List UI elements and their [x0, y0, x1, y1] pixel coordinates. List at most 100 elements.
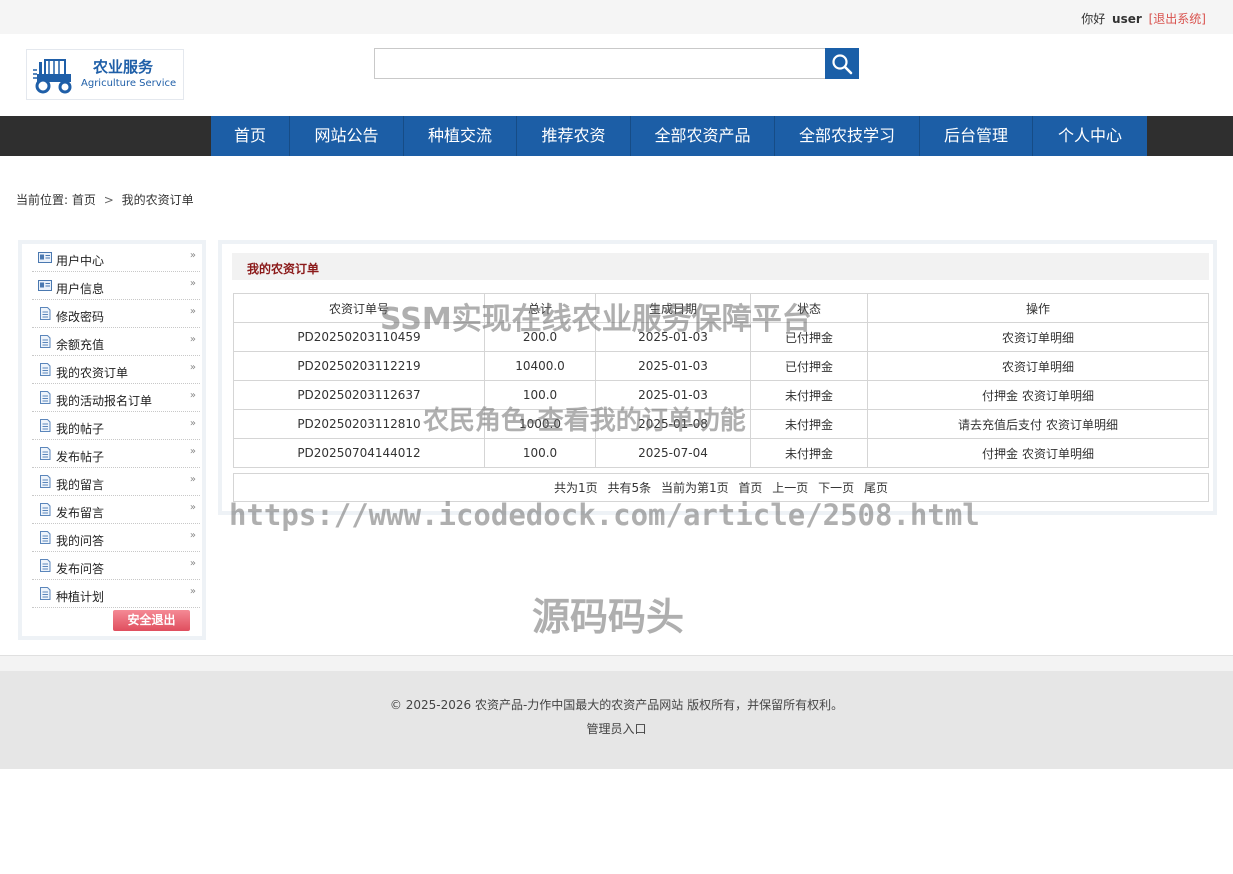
cell-total: 200.0: [484, 322, 596, 352]
cell-order-no: PD20250203110459: [233, 322, 485, 352]
pager-next-link[interactable]: 下一页: [818, 481, 854, 495]
double-chevron-icon: »: [189, 306, 196, 317]
breadcrumb-current: 我的农资订单: [121, 193, 194, 207]
double-chevron-icon: »: [189, 558, 196, 569]
double-chevron-icon: »: [189, 530, 196, 541]
column-header-status: 状态: [750, 293, 868, 323]
sidebar-item-label: 用户信息: [56, 282, 105, 296]
username: user: [1112, 12, 1142, 26]
order-detail-link[interactable]: 农资订单明细: [1046, 418, 1118, 432]
pager-total-items: 共有5条: [607, 481, 652, 495]
cell-status: 已付押金: [750, 351, 868, 381]
search-icon: [832, 53, 853, 74]
nav-item-home[interactable]: 首页: [211, 116, 290, 156]
site-logo[interactable]: 农业服务 Agriculture Service: [26, 49, 184, 100]
cell-actions: 农资订单明细: [867, 322, 1209, 352]
document-icon: [38, 587, 52, 600]
cell-order-no: PD20250203112637: [233, 380, 485, 410]
column-header-total: 总计: [484, 293, 596, 323]
document-icon: [38, 447, 52, 460]
cell-actions: 付押金 农资订单明细: [867, 438, 1209, 468]
double-chevron-icon: »: [189, 390, 196, 401]
pay-deposit-link[interactable]: 付押金: [982, 447, 1018, 461]
search-button[interactable]: [825, 48, 859, 79]
cell-total: 100.0: [484, 438, 596, 468]
sidebar-item-my-questions[interactable]: 我的问答 »: [32, 524, 200, 552]
safe-exit-button[interactable]: 安全退出: [113, 610, 190, 631]
double-chevron-icon: »: [189, 446, 196, 457]
pagination: 共为1页 共有5条 当前为第1页 首页 上一页 下一页 尾页: [233, 473, 1209, 502]
pager-first-link[interactable]: 首页: [738, 481, 762, 495]
admin-entry-link[interactable]: 管理员入口: [0, 720, 1233, 737]
sidebar-item-my-activity-orders[interactable]: 我的活动报名订单 »: [32, 384, 200, 412]
document-icon: [38, 419, 52, 432]
logo-title-cn: 农业服务: [93, 58, 154, 76]
panel-title-bar: 我的农资订单: [232, 253, 1209, 280]
cell-status: 未付押金: [750, 380, 868, 410]
nav-item-announcements[interactable]: 网站公告: [290, 116, 404, 156]
nav-item-recommended[interactable]: 推荐农资: [517, 116, 631, 156]
document-icon: [38, 475, 52, 488]
order-detail-link[interactable]: 农资订单明细: [1002, 360, 1074, 374]
cell-order-no: PD20250704144012: [233, 438, 485, 468]
orders-panel: 我的农资订单 农资订单号 总计 生成日期 状态 操作 PD20250203110…: [218, 240, 1217, 515]
table-row: PD20250203112637 100.0 2025-01-03 未付押金 付押金 农资…: [233, 380, 1209, 410]
sidebar-item-balance-recharge[interactable]: 余额充值 »: [32, 328, 200, 356]
document-icon: [38, 391, 52, 404]
sidebar-item-user-info[interactable]: 用户信息 »: [32, 272, 200, 300]
sidebar-item-my-supply-orders[interactable]: 我的农资订单 »: [32, 356, 200, 384]
sidebar-item-change-password[interactable]: 修改密码 »: [32, 300, 200, 328]
column-header-date: 生成日期: [595, 293, 751, 323]
order-detail-link[interactable]: 农资订单明细: [1022, 447, 1094, 461]
cell-date: 2025-01-03: [595, 351, 751, 381]
table-row: PD20250203112810 1000.0 2025-01-08 未付押金 请去充值…: [233, 409, 1209, 439]
sidebar-item-my-posts[interactable]: 我的帖子 »: [32, 412, 200, 440]
id-card-icon: [38, 279, 52, 292]
sidebar-item-label: 发布问答: [56, 562, 105, 576]
nav-item-personal-center[interactable]: 个人中心: [1033, 116, 1147, 156]
sidebar-item-publish-post[interactable]: 发布帖子 »: [32, 440, 200, 468]
sidebar-item-user-center[interactable]: 用户中心 »: [32, 244, 200, 272]
sidebar-item-label: 用户中心: [56, 254, 105, 268]
sidebar-item-publish-message[interactable]: 发布留言 »: [32, 496, 200, 524]
search-input[interactable]: [374, 48, 826, 79]
user-greeting: 你好 user [退出系统]: [1081, 10, 1206, 27]
double-chevron-icon: »: [189, 250, 196, 261]
pager-last-link[interactable]: 尾页: [864, 481, 888, 495]
sidebar-item-publish-question[interactable]: 发布问答 »: [32, 552, 200, 580]
footer: © 2025-2026 农资产品-力作中国最大的农资产品网站 版权所有，并保留所…: [0, 671, 1233, 769]
breadcrumb-home[interactable]: 首页: [72, 193, 96, 207]
nav-item-all-products[interactable]: 全部农资产品: [631, 116, 775, 156]
table-row: PD20250203112219 10400.0 2025-01-03 已付押金 农资订…: [233, 351, 1209, 381]
order-detail-link[interactable]: 农资订单明细: [1002, 331, 1074, 345]
cell-order-no: PD20250203112219: [233, 351, 485, 381]
nav-item-planting-exchange[interactable]: 种植交流: [404, 116, 517, 156]
document-icon: [38, 503, 52, 516]
cell-actions: 付押金 农资订单明细: [867, 380, 1209, 410]
cell-date: 2025-01-08: [595, 409, 751, 439]
sidebar-item-label: 我的活动报名订单: [56, 394, 153, 408]
sidebar-item-label: 发布留言: [56, 506, 105, 520]
double-chevron-icon: »: [189, 474, 196, 485]
logo-title-en: Agriculture Service: [81, 78, 177, 89]
footer-divider: [0, 655, 1233, 671]
cell-status: 未付押金: [750, 409, 868, 439]
double-chevron-icon: »: [189, 502, 196, 513]
logout-link[interactable]: [退出系统]: [1149, 12, 1206, 26]
nav-item-admin[interactable]: 后台管理: [920, 116, 1033, 156]
sidebar-item-planting-plan[interactable]: 种植计划 »: [32, 580, 200, 608]
pager-prev-link[interactable]: 上一页: [772, 481, 808, 495]
tractor-icon: [33, 59, 72, 94]
document-icon: [38, 531, 52, 544]
sidebar-item-label: 余额充值: [56, 338, 105, 352]
order-detail-link[interactable]: 农资订单明细: [1022, 389, 1094, 403]
nav-item-all-learning[interactable]: 全部农技学习: [775, 116, 920, 156]
pager-total-pages: 共为1页: [554, 481, 598, 495]
recharge-then-pay-link[interactable]: 请去充值后支付: [958, 418, 1042, 432]
sidebar-item-my-messages[interactable]: 我的留言 »: [32, 468, 200, 496]
cell-status: 未付押金: [750, 438, 868, 468]
breadcrumb-prefix: 当前位置:: [16, 193, 69, 207]
pay-deposit-link[interactable]: 付押金: [982, 389, 1018, 403]
cell-date: 2025-07-04: [595, 438, 751, 468]
document-icon: [38, 307, 52, 320]
